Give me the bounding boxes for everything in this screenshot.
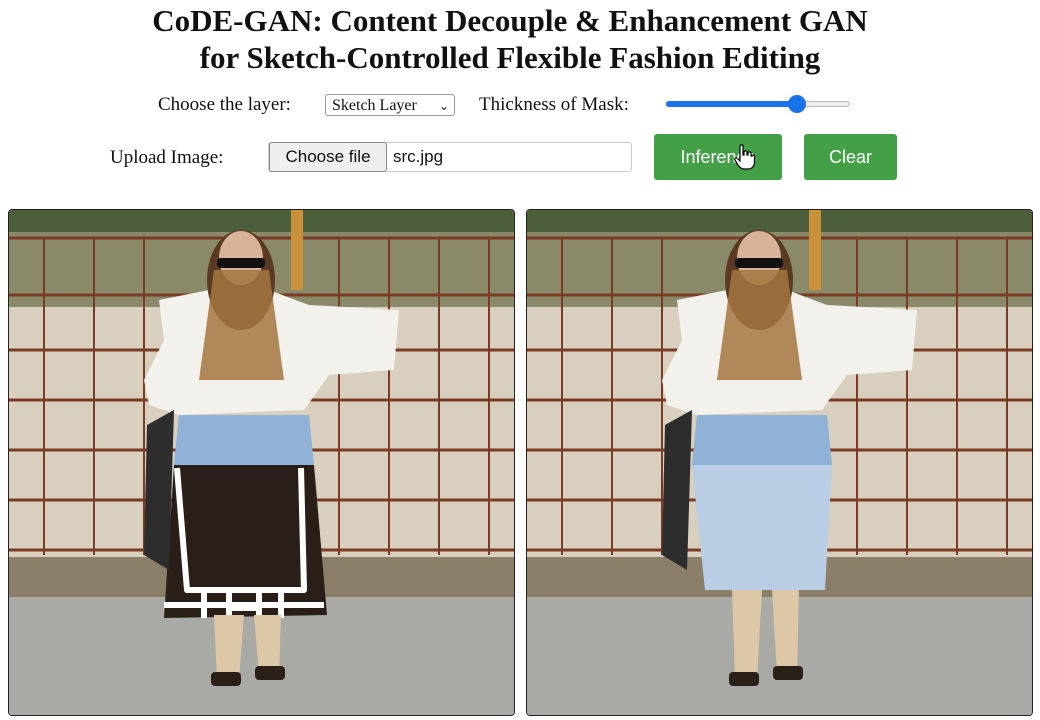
thickness-label: Thickness of Mask: [479,94,629,115]
output-photo [527,210,1032,715]
input-image-panel[interactable] [8,209,515,716]
chevron-down-icon: ⌄ [438,99,449,113]
thickness-slider[interactable] [666,95,850,113]
upload-controls-row: Upload Image: Choose file src.jpg Infere… [0,134,1020,184]
inference-button[interactable]: Inference [654,134,782,180]
title-line-1: CoDE-GAN: Content Decouple & Enhancement… [152,3,868,38]
upload-label: Upload Image: [110,147,224,168]
layer-select[interactable]: Sketch Layer ⌄ [325,94,455,116]
layer-controls-row: Choose the layer: Sketch Layer ⌄ Thickne… [0,90,1020,120]
slider-fill [666,101,797,107]
clear-button[interactable]: Clear [804,134,897,180]
hand-cursor-icon [734,144,756,170]
layer-select-value: Sketch Layer [332,97,417,114]
output-image-panel [526,209,1033,716]
choose-file-button[interactable]: Choose file [269,142,387,172]
layer-label: Choose the layer: [158,94,291,115]
slider-thumb[interactable] [787,95,806,113]
file-input[interactable]: Choose file src.jpg [268,142,632,172]
file-name: src.jpg [393,147,444,166]
title-line-2: for Sketch-Controlled Flexible Fashion E… [199,40,821,75]
input-photo [9,210,514,715]
page-title: CoDE-GAN: Content Decouple & Enhancement… [0,2,1020,76]
